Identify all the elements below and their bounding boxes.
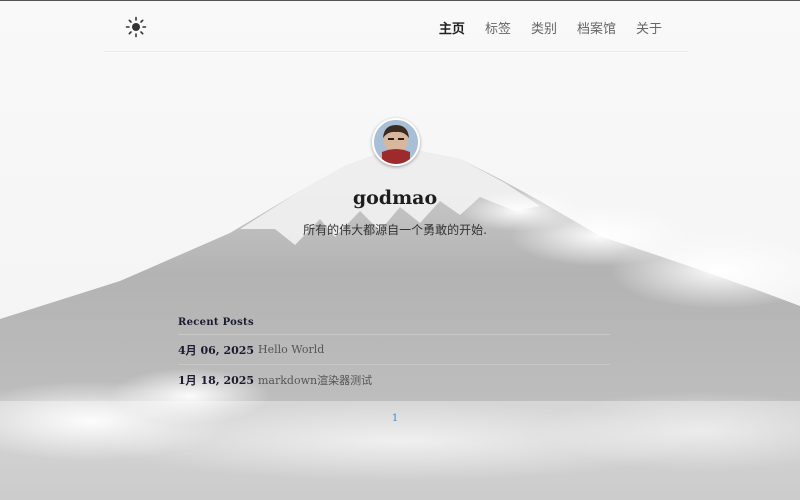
main-nav: 主页 标签 类别 档案馆 关于 [439,18,662,37]
nav-item-tags[interactable]: 标签 [485,18,511,37]
post-date: 1月 18, 2025 [178,373,255,387]
nav-item-home[interactable]: 主页 [439,18,465,37]
page: 主页 标签 类别 档案馆 关于 godmao 所有的伟大都源自一个勇敢的开始. … [0,1,800,500]
site-name: godmao [352,187,438,209]
post-date: 4月 06, 2025 [178,343,255,357]
avatar[interactable] [372,118,420,166]
sun-icon[interactable] [124,15,148,39]
nav-item-archives[interactable]: 档案馆 [577,18,616,37]
post-row: 1月 18, 2025 markdown渲染器测试 [178,365,610,394]
recent-posts: Recent Posts 4月 06, 2025 Hello World 1月 … [178,317,610,394]
top-nav-bar: 主页 标签 类别 档案馆 关于 [104,1,688,52]
nav-item-categories[interactable]: 类别 [531,18,557,37]
avatar-image [374,120,418,164]
nav-item-about[interactable]: 关于 [636,18,662,37]
post-link[interactable]: Hello World [258,343,324,356]
recent-posts-title: Recent Posts [178,317,610,335]
post-row: 4月 06, 2025 Hello World [178,335,610,365]
pagination-current-page[interactable]: 1 [390,413,400,424]
post-link[interactable]: markdown渲染器测试 [258,372,372,388]
site-motto: 所有的伟大都源自一个勇敢的开始. [303,223,487,237]
